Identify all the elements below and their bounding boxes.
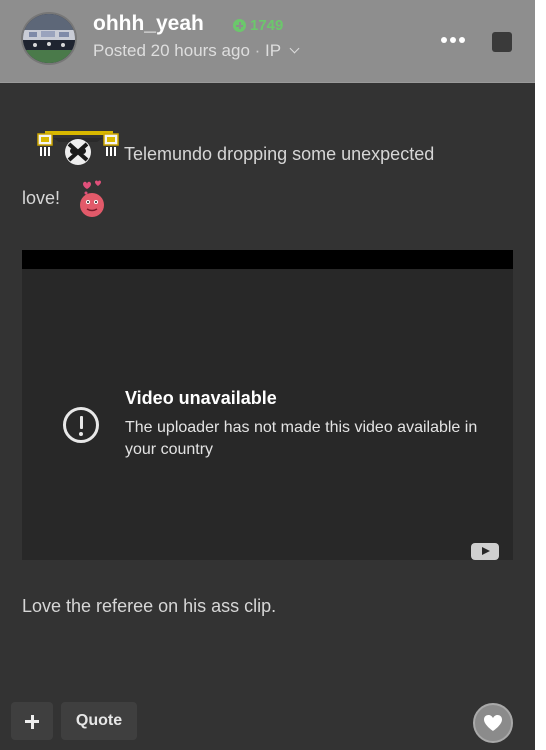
like-button[interactable] [473, 703, 513, 743]
chevron-down-icon[interactable] [289, 43, 299, 54]
post-text-line-1: Telemundo dropping some unexpected [124, 144, 435, 164]
ip-label[interactable]: IP [265, 41, 281, 60]
meta-separator: · [254, 41, 261, 60]
video-embed[interactable]: Video unavailable The uploader has not m… [22, 250, 513, 560]
video-unavailable-message: The uploader has not made this video ava… [125, 419, 478, 458]
ellipsis-icon[interactable] [441, 33, 465, 47]
post-header: ohhh_yeah 1749 Posted 20 hours ago · IP [0, 0, 535, 83]
heart-icon [484, 715, 502, 731]
video-unavailable-title: Video unavailable [125, 388, 277, 408]
reputation-badge[interactable]: 1749 [233, 17, 283, 34]
author-username[interactable]: ohhh_yeah [93, 12, 204, 36]
youtube-icon[interactable] [471, 543, 499, 560]
post-text-line-2: love! [22, 188, 61, 208]
forum-post: ohhh_yeah 1749 Posted 20 hours ago · IP [0, 0, 535, 750]
avatar[interactable] [21, 12, 77, 65]
post-closing-text: Love the referee on his ass clip. [22, 596, 277, 616]
avatar-image [23, 14, 75, 63]
plus-circle-icon [233, 19, 246, 32]
posted-time[interactable]: Posted 20 hours ago [93, 41, 250, 60]
emoji-banner-icon [37, 131, 119, 165]
select-post-checkbox[interactable] [492, 32, 512, 52]
quote-button[interactable]: Quote [61, 702, 137, 740]
multiquote-plus-button[interactable] [11, 702, 53, 740]
post-meta: Posted 20 hours ago · IP [93, 41, 299, 61]
exclamation-circle-icon [63, 407, 99, 443]
video-top-bar [22, 250, 513, 269]
in-love-emoji-icon [80, 180, 104, 217]
reputation-count: 1749 [250, 17, 284, 34]
